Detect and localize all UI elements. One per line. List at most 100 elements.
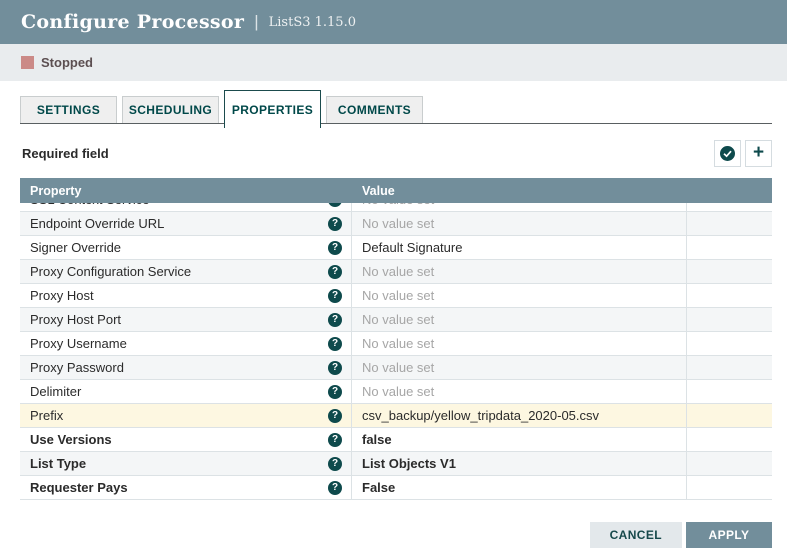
property-row[interactable]: Signer Override ? Default Signature: [20, 236, 772, 260]
property-value-cell[interactable]: No value set: [352, 203, 687, 211]
property-row[interactable]: Proxy Username ? No value set: [20, 332, 772, 356]
property-table: Property Value SSL Context Service ? No …: [20, 178, 772, 500]
property-name: Signer Override: [30, 240, 121, 255]
dialog-footer: CANCEL APPLY: [590, 522, 772, 548]
property-value-cell[interactable]: csv_backup/yellow_tripdata_2020-05.csv: [352, 404, 687, 427]
help-icon[interactable]: ?: [328, 337, 342, 351]
property-value-cell[interactable]: No value set: [352, 284, 687, 307]
row-actions-cell: [687, 380, 772, 403]
property-value: No value set: [362, 384, 434, 399]
property-value-cell[interactable]: No value set: [352, 260, 687, 283]
property-row[interactable]: Proxy Password ? No value set: [20, 356, 772, 380]
property-value-cell[interactable]: No value set: [352, 308, 687, 331]
required-field-label: Required field: [22, 146, 109, 161]
help-icon[interactable]: ?: [328, 203, 342, 207]
table-header: Property Value: [20, 178, 772, 203]
property-name-cell: List Type ?: [20, 452, 352, 475]
property-name-cell: Delimiter ?: [20, 380, 352, 403]
property-value: No value set: [362, 203, 434, 207]
help-icon[interactable]: ?: [328, 289, 342, 303]
table-body: SSL Context Service ? No value set Endpo…: [20, 203, 772, 500]
property-row[interactable]: Requester Pays ? False: [20, 476, 772, 500]
tab-label: SETTINGS: [37, 103, 100, 117]
row-actions-cell: [687, 260, 772, 283]
property-row[interactable]: Endpoint Override URL ? No value set: [20, 212, 772, 236]
property-value-cell[interactable]: Default Signature: [352, 236, 687, 259]
help-icon[interactable]: ?: [328, 217, 342, 231]
configure-processor-dialog: Configure Processor | ListS3 1.15.0 Stop…: [0, 0, 787, 554]
property-name-cell: Proxy Host Port ?: [20, 308, 352, 331]
tab[interactable]: SETTINGS: [20, 96, 117, 123]
property-name: Delimiter: [30, 384, 81, 399]
cancel-button[interactable]: CANCEL: [590, 522, 682, 548]
property-name-cell: Endpoint Override URL ?: [20, 212, 352, 235]
property-value: No value set: [362, 360, 434, 375]
tab[interactable]: SCHEDULING: [122, 96, 219, 123]
help-icon[interactable]: ?: [328, 433, 342, 447]
help-icon[interactable]: ?: [328, 241, 342, 255]
check-circle-icon: [719, 145, 736, 162]
property-row[interactable]: SSL Context Service ? No value set: [20, 203, 772, 212]
column-header-property: Property: [20, 184, 352, 198]
property-value: No value set: [362, 216, 434, 231]
property-value: Default Signature: [362, 240, 462, 255]
property-row[interactable]: Prefix ? csv_backup/yellow_tripdata_2020…: [20, 404, 772, 428]
property-value: No value set: [362, 288, 434, 303]
properties-toolbar: Required field +: [22, 140, 772, 167]
property-value-cell[interactable]: List Objects V1: [352, 452, 687, 475]
property-name: Endpoint Override URL: [30, 216, 164, 231]
property-value-cell[interactable]: False: [352, 476, 687, 499]
property-value-cell[interactable]: No value set: [352, 380, 687, 403]
property-value-cell[interactable]: No value set: [352, 356, 687, 379]
row-actions-cell: [687, 212, 772, 235]
row-actions-cell: [687, 284, 772, 307]
property-value: csv_backup/yellow_tripdata_2020-05.csv: [362, 408, 599, 423]
plus-icon: +: [753, 143, 764, 162]
processor-type-version: ListS3 1.15.0: [269, 15, 356, 30]
property-value: False: [362, 480, 395, 495]
property-value: No value set: [362, 336, 434, 351]
help-icon[interactable]: ?: [328, 481, 342, 495]
row-actions-cell: [687, 404, 772, 427]
tab-label: COMMENTS: [338, 103, 411, 117]
property-value-cell[interactable]: No value set: [352, 332, 687, 355]
property-value-cell[interactable]: false: [352, 428, 687, 451]
help-icon[interactable]: ?: [328, 457, 342, 471]
property-row[interactable]: Proxy Configuration Service ? No value s…: [20, 260, 772, 284]
row-actions-cell: [687, 476, 772, 499]
help-icon[interactable]: ?: [328, 313, 342, 327]
help-icon[interactable]: ?: [328, 361, 342, 375]
row-actions-cell: [687, 236, 772, 259]
property-value: No value set: [362, 312, 434, 327]
help-icon[interactable]: ?: [328, 385, 342, 399]
help-icon[interactable]: ?: [328, 265, 342, 279]
property-name: Proxy Host Port: [30, 312, 121, 327]
property-name-cell: Proxy Configuration Service ?: [20, 260, 352, 283]
property-row[interactable]: Delimiter ? No value set: [20, 380, 772, 404]
property-value: false: [362, 432, 392, 447]
verify-properties-button[interactable]: [714, 140, 741, 167]
tab[interactable]: COMMENTS: [326, 96, 423, 123]
status-bar: Stopped: [0, 44, 787, 81]
property-name: Proxy Password: [30, 360, 124, 375]
row-actions-cell: [687, 203, 772, 211]
help-icon[interactable]: ?: [328, 409, 342, 423]
dialog-tabs: SETTINGS SCHEDULING PROPERTIES COMMENTS: [20, 90, 772, 124]
row-actions-cell: [687, 332, 772, 355]
property-row[interactable]: Proxy Host Port ? No value set: [20, 308, 772, 332]
property-name: Proxy Configuration Service: [30, 264, 191, 279]
tab[interactable]: PROPERTIES: [224, 90, 321, 128]
row-actions-cell: [687, 356, 772, 379]
apply-button[interactable]: APPLY: [686, 522, 772, 548]
property-value-cell[interactable]: No value set: [352, 212, 687, 235]
property-row[interactable]: List Type ? List Objects V1: [20, 452, 772, 476]
property-row[interactable]: Use Versions ? false: [20, 428, 772, 452]
add-property-button[interactable]: +: [745, 140, 772, 167]
title-separator: |: [254, 12, 258, 32]
tab-label: PROPERTIES: [232, 103, 313, 117]
property-name: SSL Context Service: [30, 203, 149, 207]
stopped-status-icon: [21, 56, 34, 69]
property-name: Proxy Username: [30, 336, 127, 351]
property-row[interactable]: Proxy Host ? No value set: [20, 284, 772, 308]
property-value: List Objects V1: [362, 456, 456, 471]
